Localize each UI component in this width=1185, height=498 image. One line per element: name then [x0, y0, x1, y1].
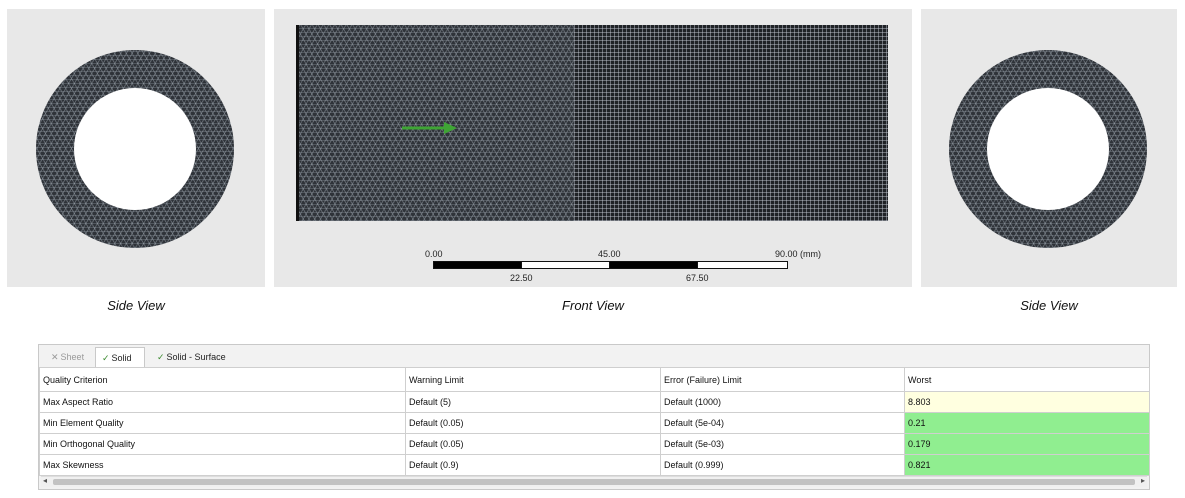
horizontal-scrollbar[interactable]: ◂ ▸ — [41, 476, 1147, 487]
tab-solid[interactable]: ✓ Solid — [95, 347, 145, 367]
table-row[interactable]: Min Orthogonal Quality Default (0.05) De… — [39, 433, 1150, 455]
scale-label-67-5: 67.50 — [686, 273, 709, 283]
cell-worst: 0.821 — [904, 454, 1150, 476]
cell-warning: Default (0.05) — [405, 433, 661, 455]
cell-error: Default (5e-03) — [660, 433, 905, 455]
inlet-edge — [296, 25, 299, 221]
front-view-panel: 0.00 45.00 90.00 (mm) 22.50 67.50 — [274, 9, 912, 287]
cell-error: Default (1000) — [660, 391, 905, 413]
header-warning-limit[interactable]: Warning Limit — [405, 367, 661, 392]
cell-criterion: Min Orthogonal Quality — [39, 433, 406, 455]
caption-side-view-right: Side View — [1020, 298, 1078, 313]
scroll-left-icon[interactable]: ◂ — [43, 476, 47, 485]
annulus-hole-left — [74, 88, 196, 210]
tab-sheet[interactable]: ✕ Sheet — [45, 347, 90, 367]
mesh-quality-table: Quality Criterion Warning Limit Error (F… — [39, 367, 1150, 476]
table-row[interactable]: Min Element Quality Default (0.05) Defau… — [39, 412, 1150, 434]
table-row[interactable]: Max Skewness Default (0.9) Default (0.99… — [39, 454, 1150, 476]
hex-mesh-region — [574, 25, 888, 221]
cell-worst: 0.21 — [904, 412, 1150, 434]
tab-bar: ✕ Sheet ✓ Solid ✓ Solid - Surface — [39, 345, 1149, 367]
cell-error: Default (5e-04) — [660, 412, 905, 434]
cell-warning: Default (5) — [405, 391, 661, 413]
tab-solid-surface[interactable]: ✓ Solid - Surface — [151, 347, 232, 367]
table-header-row: Quality Criterion Warning Limit Error (F… — [39, 367, 1150, 392]
cell-worst: 0.179 — [904, 433, 1150, 455]
cell-criterion: Min Element Quality — [39, 412, 406, 434]
scale-seg-2 — [521, 261, 610, 269]
scale-seg-4 — [697, 261, 788, 269]
scale-label-90: 90.00 (mm) — [775, 249, 822, 259]
side-view-right-panel — [921, 9, 1177, 287]
header-error-limit[interactable]: Error (Failure) Limit — [660, 367, 905, 392]
cell-warning: Default (0.05) — [405, 412, 661, 434]
scrollbar-thumb[interactable] — [53, 479, 1135, 485]
check-icon: ✓ — [102, 353, 110, 363]
header-worst[interactable]: Worst — [904, 367, 1150, 392]
cell-warning: Default (0.9) — [405, 454, 661, 476]
caption-front-view: Front View — [562, 298, 624, 313]
flow-direction-arrow-icon — [402, 122, 457, 134]
mesh-quality-panel: ✕ Sheet ✓ Solid ✓ Solid - Surface Quality C… — [38, 344, 1150, 490]
scale-label-45: 45.00 — [598, 249, 621, 259]
cell-criterion: Max Skewness — [39, 454, 406, 476]
caption-side-view-left: Side View — [107, 298, 165, 313]
table-row[interactable]: Max Aspect Ratio Default (5) Default (10… — [39, 391, 1150, 413]
cell-error: Default (0.999) — [660, 454, 905, 476]
scroll-right-icon[interactable]: ▸ — [1141, 476, 1145, 485]
check-icon: ✓ — [157, 352, 165, 362]
cell-worst: 8.803 — [904, 391, 1150, 413]
x-icon: ✕ — [51, 352, 59, 362]
scale-label-22-5: 22.50 — [510, 273, 533, 283]
annulus-hole-right — [987, 88, 1109, 210]
tab-solid-surface-label: Solid - Surface — [166, 352, 226, 362]
scale-label-0: 0.00 — [425, 249, 443, 259]
side-view-left-panel — [7, 9, 265, 287]
cell-criterion: Max Aspect Ratio — [39, 391, 406, 413]
tab-solid-label: Solid — [111, 353, 132, 363]
scale-seg-1 — [433, 261, 522, 269]
header-quality-criterion[interactable]: Quality Criterion — [39, 367, 406, 392]
scale-seg-3 — [609, 261, 698, 269]
tab-sheet-label: Sheet — [60, 352, 85, 362]
